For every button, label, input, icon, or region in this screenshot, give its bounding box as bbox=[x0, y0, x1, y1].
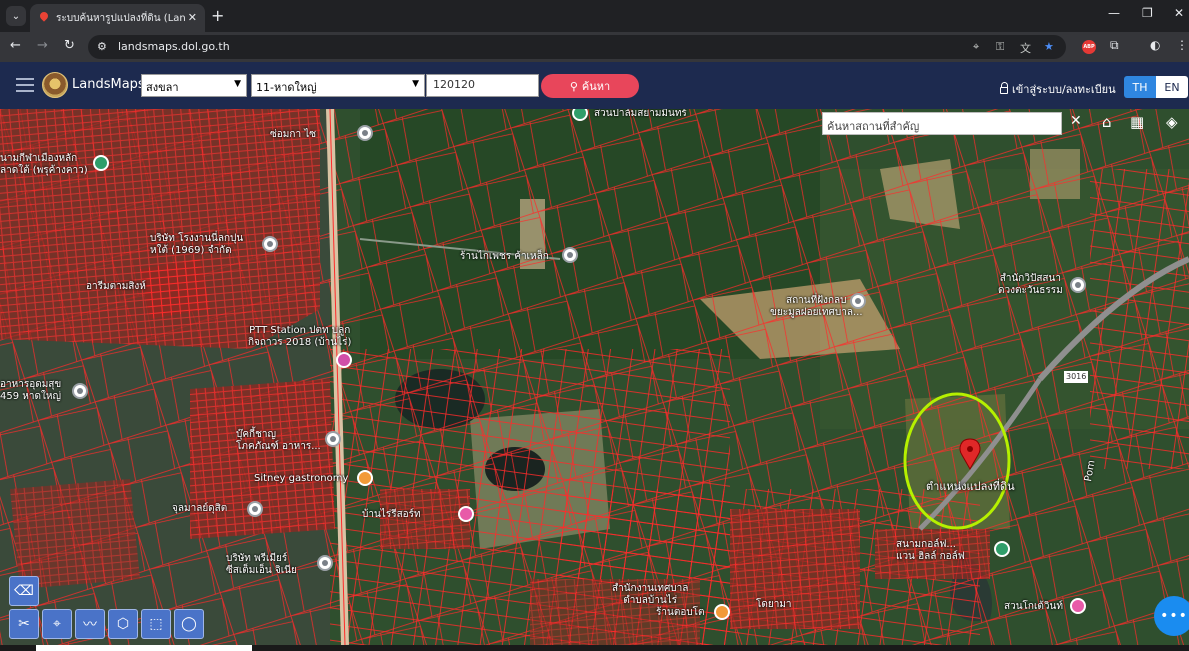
poi-label[interactable]: บริษัท โรงงานนี่ลกปุน หใต้ (1969) จำกัด bbox=[150, 233, 243, 257]
rectangle-tool-button[interactable]: ⬚ bbox=[141, 609, 171, 639]
window-close-button[interactable]: ✕ bbox=[1174, 6, 1184, 20]
taskbar-item bbox=[36, 645, 252, 651]
bookmark-star-icon[interactable]: ★ bbox=[1044, 40, 1054, 53]
place-search-input[interactable]: ค้นหาสถานที่สำคัญ bbox=[822, 112, 1062, 135]
browser-tab-strip: ⌄ ระบบค้นหารูปแปลงที่ดิน (LandsMaps ✕ + … bbox=[0, 0, 1189, 32]
hamburger-menu-icon[interactable] bbox=[16, 78, 34, 92]
poi-label[interactable]: บุ๊คกี้ชาญ โภคภัณฑ์ อาหาร... bbox=[236, 429, 321, 453]
pin-tool-button[interactable]: ⌖ bbox=[42, 609, 72, 639]
search-button[interactable]: ⚲ ค้นหา bbox=[541, 74, 639, 98]
poi-label[interactable]: ร้านตอบโต bbox=[656, 607, 705, 619]
address-bar[interactable]: ⚙ landsmaps.dol.go.th ⌖ ⚿ 文 ★ bbox=[88, 35, 1066, 59]
browser-tab[interactable]: ระบบค้นหารูปแปลงที่ดิน (LandsMaps ✕ bbox=[30, 4, 205, 32]
place-poi-icon[interactable] bbox=[247, 501, 263, 517]
poi-label[interactable]: Sitney gastronomy bbox=[254, 473, 348, 485]
forward-arrow-icon[interactable]: → bbox=[37, 38, 48, 53]
poi-label[interactable]: สนามกอล์ฟ... แวน ฮิลล์ กอล์ฟ bbox=[896, 539, 965, 563]
poi-label[interactable]: สวนโกเต้วินท์ bbox=[1004, 601, 1063, 613]
key-icon[interactable]: ⚿ bbox=[996, 40, 1004, 54]
login-label: เข้าสู่ระบบ/ลงทะเบียน bbox=[1012, 83, 1116, 96]
line-tool-button[interactable]: 〰 bbox=[75, 609, 105, 639]
restaurant-poi-icon[interactable] bbox=[357, 470, 373, 486]
poi-label[interactable]: บ้านไร่รีสอร์ท bbox=[362, 509, 421, 521]
browser-menu-icon[interactable]: ⋮ bbox=[1176, 38, 1188, 52]
place-poi-icon[interactable] bbox=[72, 383, 88, 399]
restaurant-poi-icon[interactable] bbox=[714, 604, 730, 620]
map-canvas[interactable]: สวนปาล์มสยามมินทร์ ซ่อมกา ไซ นามกีฬาเมือ… bbox=[0, 109, 1189, 645]
eraser-tool-button[interactable]: ⌫ bbox=[9, 576, 39, 606]
back-arrow-icon[interactable]: ← bbox=[10, 38, 21, 53]
tab-title: ระบบค้นหารูปแปลงที่ดิน (LandsMaps bbox=[56, 12, 186, 24]
poi-label[interactable]: โดยามา bbox=[756, 599, 792, 611]
poi-label[interactable]: อารีมตามสิงห์ bbox=[86, 281, 146, 293]
golf-poi-icon[interactable] bbox=[994, 541, 1010, 557]
search-icon: ⚲ bbox=[569, 79, 578, 93]
reload-icon[interactable]: ↻ bbox=[64, 38, 75, 53]
layers-icon[interactable]: ◈ bbox=[1166, 113, 1178, 131]
stadium-poi-icon[interactable] bbox=[93, 155, 109, 171]
poi-label[interactable]: นามกีฬาเมืองหลัก ลาดใต้ (พรุค้างคาว) bbox=[0, 153, 88, 177]
poi-label[interactable]: สวนปาล์มสยามมินทร์ bbox=[594, 109, 687, 120]
chat-bubble-button[interactable]: ••• bbox=[1154, 596, 1189, 636]
district-select[interactable]: 11-หาดใหญ่ ▼ bbox=[251, 74, 425, 97]
province-value: สงขลา bbox=[146, 81, 179, 94]
landsmaps-header: LandsMaps สงขลา ▼ 11-หาดใหญ่ ▼ 120120 ⚲ … bbox=[0, 62, 1189, 109]
new-tab-button[interactable]: + bbox=[211, 6, 224, 25]
poi-label[interactable]: สำนักงานเทศบาล ตำบลบ้านไร่ bbox=[612, 583, 688, 607]
temple-poi-icon[interactable] bbox=[1070, 277, 1086, 293]
location-icon[interactable]: ⌖ bbox=[973, 40, 979, 54]
taskbar-strip bbox=[0, 645, 1189, 651]
search-button-label: ค้นหา bbox=[581, 80, 611, 93]
polygon-tool-button[interactable]: ⬡ bbox=[108, 609, 138, 639]
clear-search-icon[interactable]: ✕ bbox=[1070, 113, 1082, 129]
factory-poi-icon[interactable] bbox=[262, 236, 278, 252]
poi-label[interactable]: อาหารอุดมสุข 459 หาดใหญ่ bbox=[0, 379, 61, 403]
province-select[interactable]: สงขลา ▼ bbox=[141, 74, 247, 97]
site-info-icon[interactable]: ⚙ bbox=[97, 40, 107, 53]
district-value: 11-หาดใหญ่ bbox=[256, 81, 317, 94]
maximize-button[interactable]: ❐ bbox=[1142, 6, 1153, 20]
lang-en-button[interactable]: EN bbox=[1156, 76, 1188, 98]
satellite-imagery bbox=[0, 109, 1189, 645]
parcel-number-input[interactable]: 120120 bbox=[426, 74, 539, 97]
poi-label[interactable]: PTT Station ปตท บลูก กิจถาวร 2018 (บ้านไ… bbox=[248, 325, 351, 349]
minimize-button[interactable]: — bbox=[1108, 6, 1120, 20]
brand-name: LandsMaps bbox=[72, 77, 145, 92]
chevron-down-icon: ▼ bbox=[234, 79, 241, 89]
place-poi-icon[interactable] bbox=[325, 431, 341, 447]
road-number-label: 3016 bbox=[1064, 371, 1089, 383]
landfill-poi-icon[interactable] bbox=[850, 293, 866, 309]
poi-label[interactable]: สำนักวิปัสสนา ดวงตะวันธรรม bbox=[998, 273, 1063, 297]
tab-search-button[interactable]: ⌄ bbox=[6, 6, 26, 26]
lang-th-button[interactable]: TH bbox=[1124, 76, 1156, 98]
place-poi-icon[interactable] bbox=[357, 125, 373, 141]
poi-label[interactable]: ร้านไกเพชร ค้าเหล็ก bbox=[460, 251, 549, 263]
profile-avatar-icon[interactable]: ◐ bbox=[1150, 38, 1160, 52]
map-pin-favicon-icon bbox=[38, 12, 50, 24]
browser-toolbar: ← → ↻ ⚙ landsmaps.dol.go.th ⌖ ⚿ 文 ★ bbox=[0, 32, 1189, 62]
url-text[interactable]: landsmaps.dol.go.th bbox=[118, 40, 230, 53]
translate-icon[interactable]: 文 bbox=[1020, 40, 1031, 56]
gas-station-poi-icon[interactable] bbox=[336, 352, 352, 368]
measure-tool-button[interactable]: ✂ bbox=[9, 609, 39, 639]
poi-label[interactable]: บริษัท พรีเมียร์ ซีสเต็มเอ็น จิเนีย bbox=[226, 553, 297, 577]
grid-icon[interactable]: ▦ bbox=[1130, 113, 1144, 131]
tab-close-icon[interactable]: ✕ bbox=[188, 11, 197, 24]
poi-label[interactable]: ซ่อมกา ไซ bbox=[270, 129, 316, 141]
login-link[interactable]: เข้าสู่ระบบ/ลงทะเบียน bbox=[1000, 80, 1116, 98]
poi-label[interactable]: สถานที่ฝังกลบ ขยะมูลฝอยเทศบาล... bbox=[770, 295, 863, 319]
home-icon[interactable]: ⌂ bbox=[1102, 113, 1112, 131]
dol-logo bbox=[42, 72, 68, 98]
circle-tool-button[interactable]: ◯ bbox=[174, 609, 204, 639]
adblock-plus-icon[interactable]: ABP bbox=[1082, 40, 1096, 54]
company-poi-icon[interactable] bbox=[317, 555, 333, 571]
resort-poi-icon[interactable] bbox=[458, 506, 474, 522]
park-poi-icon[interactable] bbox=[1070, 598, 1086, 614]
extensions-icon[interactable]: ⧉ bbox=[1110, 38, 1119, 53]
chevron-down-icon: ▼ bbox=[412, 79, 419, 89]
parcel-location-label: ตำแหน่งแปลงที่ดิน bbox=[926, 480, 1015, 493]
poi-label[interactable]: จุลมาลย์ดุสิต bbox=[172, 503, 227, 515]
lock-icon bbox=[1000, 82, 1008, 94]
shop-poi-icon[interactable] bbox=[562, 247, 578, 263]
